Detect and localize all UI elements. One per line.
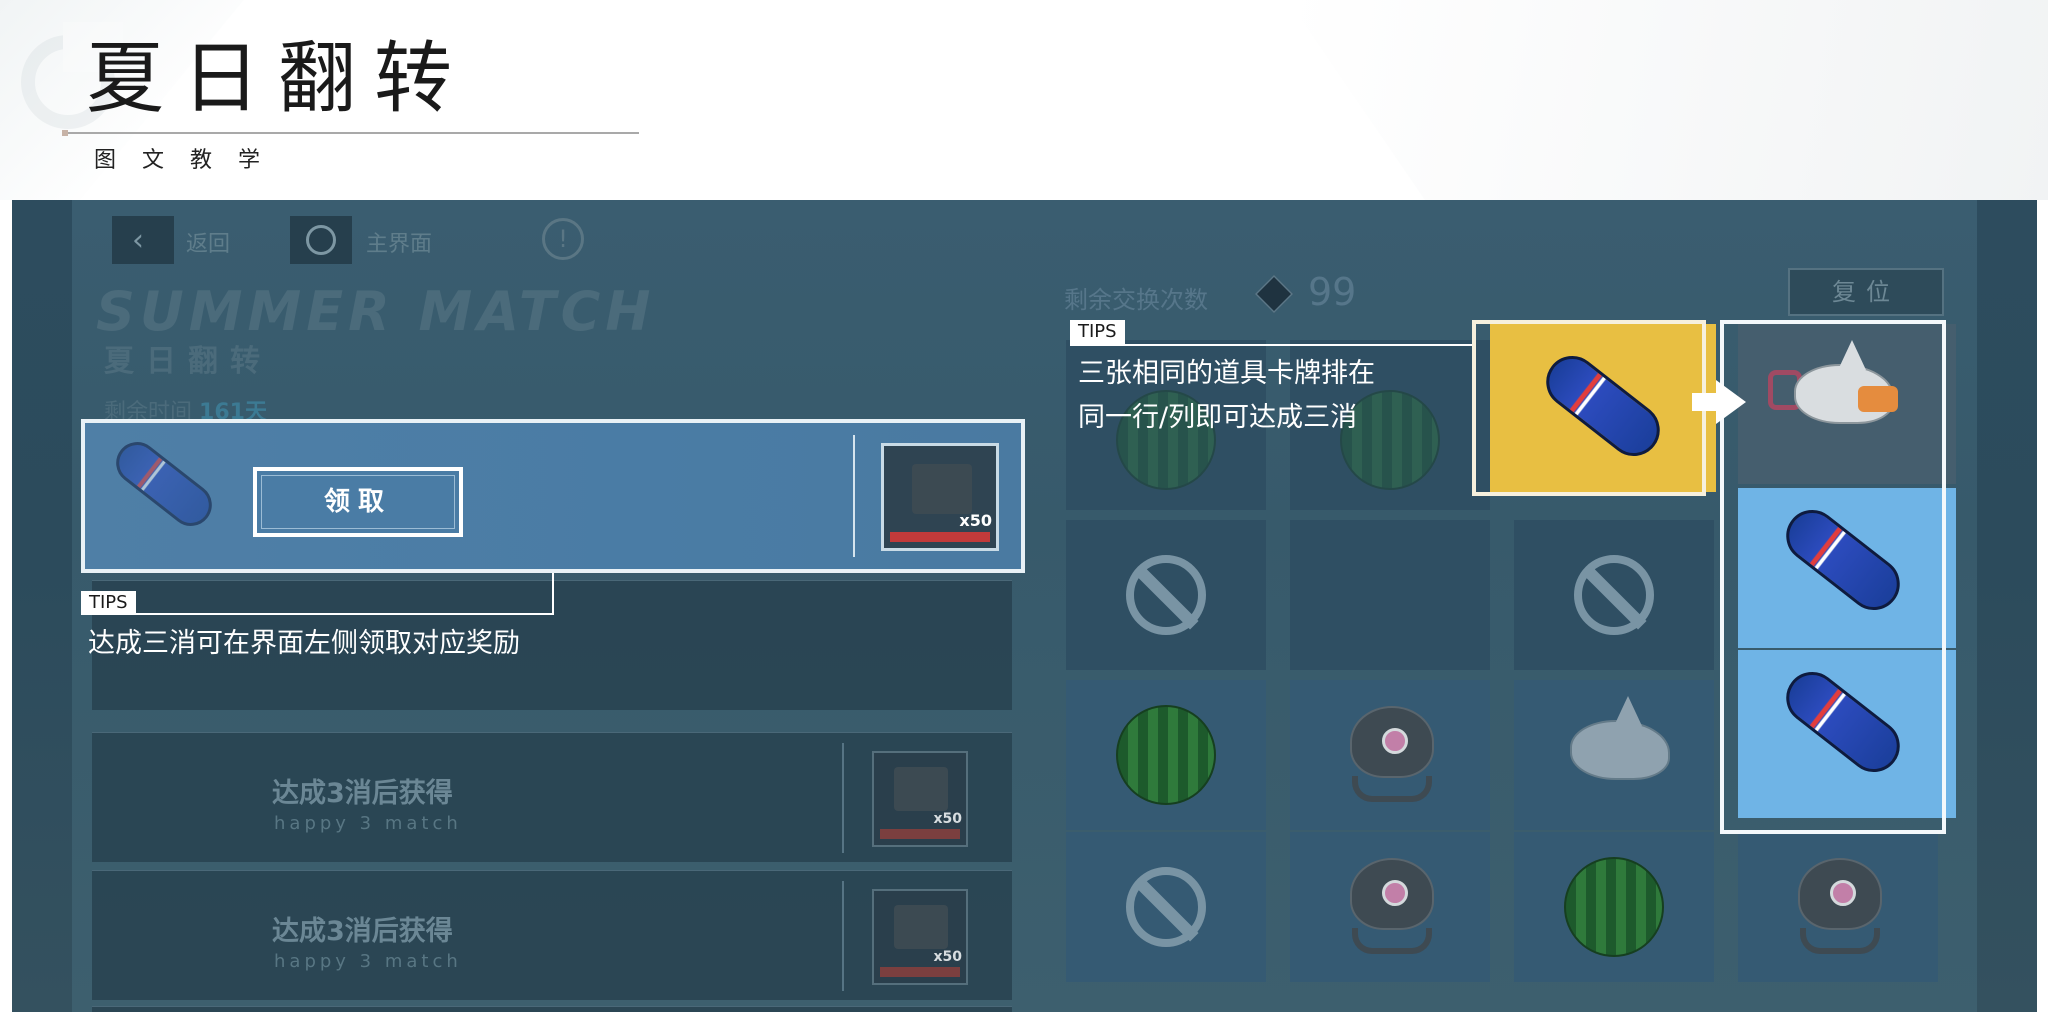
- grid-cell[interactable]: [1514, 680, 1714, 830]
- swaps-count: 99: [1308, 270, 1357, 314]
- pod-legs: [1352, 928, 1432, 954]
- pod-icon: [1350, 858, 1434, 930]
- page-title: 夏日翻转: [86, 34, 471, 124]
- title-divider-dot: [62, 130, 68, 136]
- reward-qty: x50: [959, 511, 992, 530]
- reward-crate-icon: x50: [872, 751, 968, 847]
- tips-text-right: 三张相同的道具卡牌排在 同一行/列即可达成三消: [1078, 352, 1375, 440]
- melon-icon: [1116, 705, 1216, 805]
- tutorial-page: 夏日翻转 图文教学 ‹ 返回 主界面 ! SUMMER MATCH 夏日翻转 剩…: [0, 0, 2048, 1024]
- no-entry-icon: [1126, 555, 1206, 635]
- tips-line-left: [81, 613, 554, 615]
- tips-text-right-line1: 三张相同的道具卡牌排在: [1078, 358, 1375, 389]
- tips-text-right-line2: 同一行/列即可达成三消: [1078, 402, 1358, 433]
- info-icon[interactable]: !: [542, 218, 584, 260]
- game-screenshot: ‹ 返回 主界面 ! SUMMER MATCH 夏日翻转 剩余时间 161天 剩…: [12, 200, 2037, 1012]
- claim-button-label: 领取: [323, 487, 392, 517]
- grid-cell[interactable]: [1290, 680, 1490, 830]
- title-divider: [64, 132, 639, 134]
- row-sub: happy 3 match: [274, 813, 462, 834]
- reward-rarity-bar: [880, 967, 960, 977]
- claim-divider: [853, 435, 855, 557]
- reward-rarity-bar: [880, 829, 960, 839]
- home-ring-icon: [306, 225, 336, 255]
- reward-crate-icon: x50: [872, 889, 968, 985]
- tips-line-right: [1070, 344, 1472, 346]
- reward-crate-icon: x50: [881, 443, 999, 551]
- reward-qty: x50: [933, 949, 962, 965]
- pod-legs: [1800, 928, 1880, 954]
- grid-cell[interactable]: [1290, 832, 1490, 982]
- reward-row: 达成3消后获得 happy 3 match x50: [92, 870, 1012, 1000]
- no-entry-icon: [1126, 867, 1206, 947]
- header-decor-right: [1288, 0, 2048, 200]
- grid-cell[interactable]: [1738, 832, 1938, 982]
- row-sub: happy 3 match: [274, 951, 462, 972]
- cube-icon: [1254, 274, 1294, 314]
- arrow-right-icon: [1716, 380, 1746, 424]
- crate-shape: [894, 905, 948, 949]
- shark-jetski-icon: [1570, 696, 1670, 780]
- event-title-cn: 夏日翻转: [104, 344, 272, 379]
- row-label: 达成3消后获得: [272, 916, 453, 947]
- reset-button[interactable]: 复位: [1788, 268, 1944, 316]
- event-title-en: SUMMER MATCH: [96, 280, 656, 343]
- tips-tag-left: TIPS: [81, 591, 136, 615]
- tips-text-left: 达成三消可在界面左侧领取对应奖励: [88, 628, 520, 659]
- page-subtitle: 图文教学: [94, 148, 287, 173]
- reward-rarity-bar: [890, 532, 990, 542]
- home-button[interactable]: [290, 216, 352, 264]
- back-label: 返回: [186, 232, 231, 257]
- pod-legs: [1352, 776, 1432, 802]
- back-button[interactable]: ‹: [112, 216, 174, 264]
- grid-cell[interactable]: [1514, 832, 1714, 982]
- grid-cell[interactable]: [1066, 520, 1266, 670]
- chevron-left-icon: ‹: [132, 223, 144, 258]
- crate-shape: [912, 464, 972, 514]
- pod-icon: [1350, 706, 1434, 778]
- surfboard-icon: [107, 433, 221, 535]
- claim-row: 领取 x50: [81, 419, 1025, 573]
- reward-qty: x50: [933, 811, 962, 827]
- row-divider: [842, 743, 844, 853]
- home-label: 主界面: [366, 232, 433, 257]
- no-entry-icon: [1574, 555, 1654, 635]
- tips-tag-right: TIPS: [1070, 320, 1125, 344]
- pod-icon: [1798, 858, 1882, 930]
- match-column-frame: [1720, 320, 1946, 834]
- melon-icon: [1564, 857, 1664, 957]
- reward-row-edge: [92, 1006, 1012, 1012]
- tips-connector-left: [552, 573, 554, 615]
- crate-shape: [894, 767, 948, 811]
- grid-cell[interactable]: [1066, 680, 1266, 830]
- claim-button[interactable]: 领取: [253, 467, 463, 537]
- grid-cell[interactable]: [1514, 520, 1714, 670]
- grid-cell[interactable]: [1066, 832, 1266, 982]
- selected-cell-frame: [1472, 320, 1706, 496]
- reward-row: 达成3消后获得 happy 3 match x50: [92, 732, 1012, 862]
- row-divider: [842, 881, 844, 991]
- row-label: 达成3消后获得: [272, 778, 453, 809]
- grid-cell[interactable]: [1290, 520, 1490, 670]
- swaps-label: 剩余交换次数: [1064, 286, 1208, 314]
